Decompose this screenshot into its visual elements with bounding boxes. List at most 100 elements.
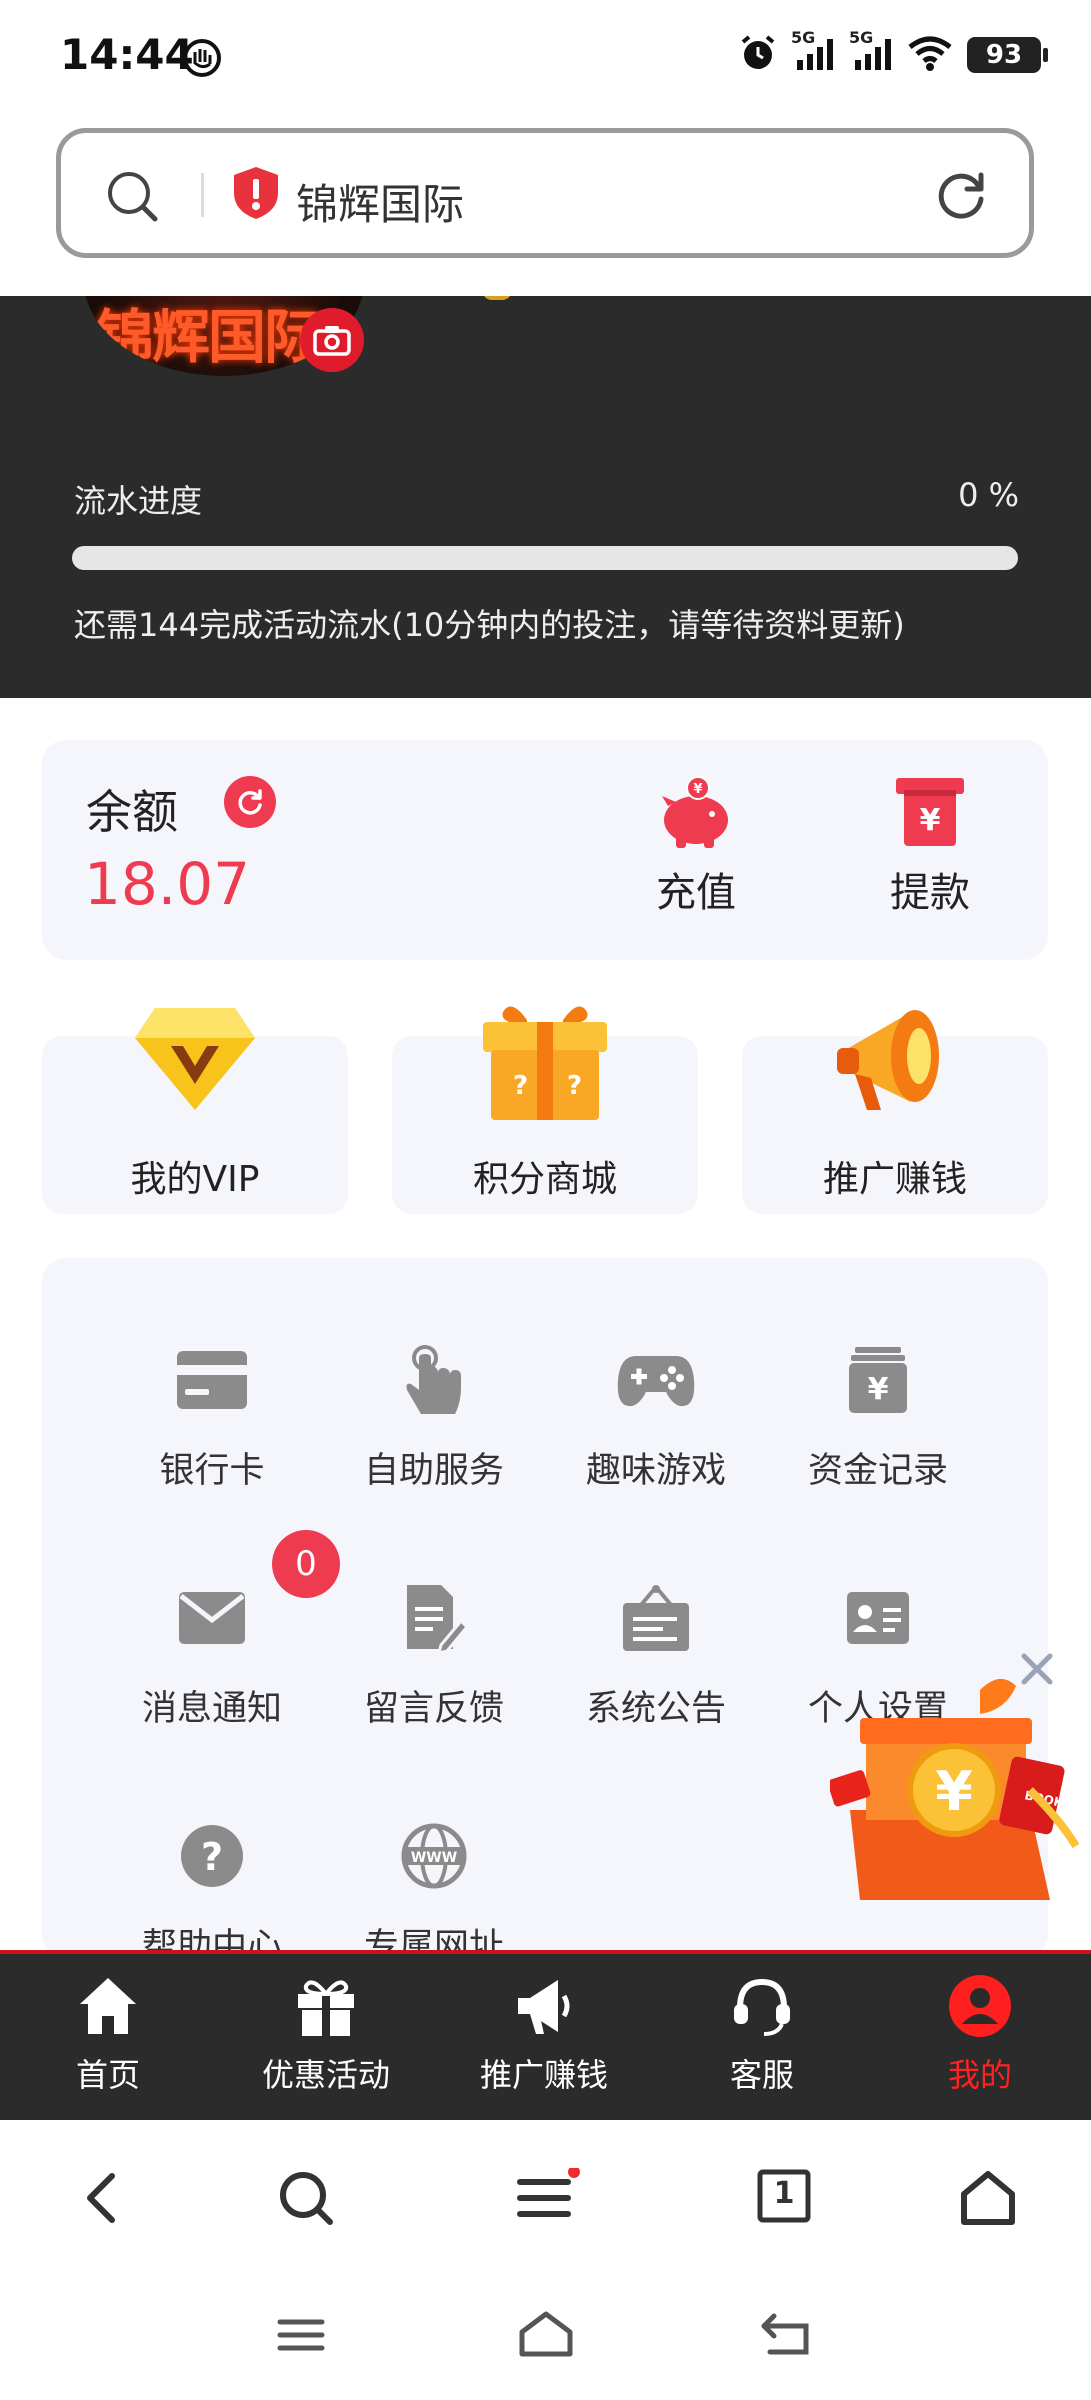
money-records-icon: ¥ bbox=[778, 1338, 978, 1422]
grid-item-announcements[interactable]: 系统公告 bbox=[556, 1576, 756, 1731]
nav-promotions-label: 优惠活动 bbox=[261, 2056, 390, 2094]
announcement-board-icon bbox=[556, 1576, 756, 1660]
piggy-bank-icon: ¥ bbox=[658, 776, 734, 852]
svg-text:?: ? bbox=[513, 1071, 528, 1101]
grid-item-feedback[interactable]: 留言反馈 bbox=[334, 1576, 534, 1731]
level-badge-partial bbox=[482, 296, 512, 300]
svg-text:¥: ¥ bbox=[920, 803, 941, 838]
www-globe-icon: WWW bbox=[334, 1814, 534, 1898]
progress-bar bbox=[72, 546, 1018, 570]
browser-search-icon[interactable] bbox=[276, 2168, 336, 2232]
svg-text:?: ? bbox=[567, 1071, 582, 1101]
help-question-icon: ? bbox=[112, 1814, 312, 1898]
tab-count: 1 bbox=[773, 2176, 795, 2211]
alarm-icon bbox=[739, 34, 777, 76]
megaphone-nav-icon bbox=[518, 1980, 570, 2034]
gift-icon bbox=[298, 1980, 354, 2036]
points-mall-tile[interactable]: ?? 积分商城 bbox=[392, 1006, 698, 1214]
touch-hand-icon bbox=[334, 1338, 534, 1422]
fund-records-label: 资金记录 bbox=[807, 1451, 948, 1491]
headset-icon bbox=[734, 1978, 790, 2036]
id-card-icon bbox=[778, 1576, 978, 1660]
nav-home[interactable]: 首页 bbox=[18, 1974, 198, 2096]
shield-warning-icon[interactable] bbox=[231, 165, 281, 225]
vip-label: 我的VIP bbox=[130, 1159, 260, 1200]
system-back-icon[interactable] bbox=[760, 2310, 814, 2362]
withdraw-icon: ¥ bbox=[892, 778, 968, 852]
recharge-button[interactable]: ¥ 充值 bbox=[616, 774, 776, 918]
nav-mine[interactable]: 我的 bbox=[890, 1974, 1070, 2096]
grid-item-messages[interactable]: 消息通知 bbox=[112, 1576, 312, 1731]
browser-home-icon[interactable] bbox=[958, 2168, 1018, 2232]
progress-note: 还需144完成活动流水(10分钟内的投注，请等待资料更新) bbox=[74, 606, 905, 644]
status-icons: 5G 5G 93 bbox=[739, 28, 1048, 76]
user-profile-icon bbox=[949, 1975, 1011, 2037]
notification-hand-icon bbox=[182, 38, 222, 82]
messages-label: 消息通知 bbox=[141, 1689, 282, 1729]
nav-mine-label: 我的 bbox=[947, 2056, 1012, 2094]
withdraw-button[interactable]: ¥ 提款 bbox=[850, 774, 1010, 918]
progress-label: 流水进度 bbox=[74, 482, 203, 520]
signal-1-icon: 5G bbox=[791, 28, 835, 76]
gamepad-icon bbox=[556, 1338, 756, 1422]
gift-box-icon: ?? bbox=[475, 998, 615, 1126]
grid-item-exclusive-url[interactable]: WWW 专属网址 bbox=[334, 1814, 534, 1958]
balance-card: 余额 18.07 ¥ 充值 ¥ 提款 bbox=[42, 740, 1048, 960]
url-text[interactable]: 锦辉国际 bbox=[296, 171, 464, 232]
signal-2-icon: 5G bbox=[849, 28, 893, 76]
grid-item-bank-card[interactable]: 银行卡 bbox=[112, 1338, 312, 1493]
nav-promotions[interactable]: 优惠活动 bbox=[236, 1974, 416, 2096]
home-icon bbox=[80, 1978, 136, 2034]
feedback-label: 留言反馈 bbox=[363, 1689, 504, 1729]
network-type-1: 5G bbox=[791, 28, 816, 47]
reload-icon[interactable] bbox=[933, 167, 989, 227]
grid-item-help-center[interactable]: ? 帮助中心 bbox=[112, 1814, 312, 1958]
svg-text:¥: ¥ bbox=[868, 1372, 889, 1407]
browser-toolbar: 1 bbox=[0, 2120, 1091, 2280]
bank-card-label: 银行卡 bbox=[159, 1451, 265, 1491]
status-bar: 14:44 5G 5G 93 bbox=[0, 0, 1091, 120]
avatar-logo-text: 锦辉国际 bbox=[96, 303, 322, 371]
messages-badge: 0 bbox=[272, 1530, 340, 1598]
system-home-icon[interactable] bbox=[516, 2308, 576, 2364]
address-bar[interactable]: 锦辉国际 bbox=[56, 128, 1034, 258]
nav-promote[interactable]: 推广赚钱 bbox=[454, 1974, 634, 2096]
bank-card-icon bbox=[112, 1338, 312, 1422]
back-icon[interactable] bbox=[78, 2168, 126, 2232]
withdraw-label: 提款 bbox=[890, 870, 970, 916]
fun-games-label: 趣味游戏 bbox=[585, 1451, 726, 1491]
svg-text:¥: ¥ bbox=[935, 1760, 973, 1823]
system-navigation-bar bbox=[0, 2280, 1091, 2400]
menu-icon[interactable] bbox=[516, 2166, 582, 2232]
search-icon[interactable] bbox=[105, 169, 159, 227]
tabs-button[interactable]: 1 bbox=[756, 2168, 812, 2228]
bottom-nav: 首页 优惠活动 推广赚钱 客服 我的 bbox=[0, 1950, 1091, 2120]
nav-home-label: 首页 bbox=[75, 2056, 140, 2094]
nav-customer-service[interactable]: 客服 bbox=[672, 1974, 852, 2096]
divider bbox=[201, 173, 204, 217]
diamond-vip-icon bbox=[131, 998, 259, 1122]
recharge-label: 充值 bbox=[656, 870, 736, 916]
svg-text:?: ? bbox=[201, 1835, 223, 1879]
battery-indicator: 93 bbox=[967, 37, 1048, 73]
grid-item-fun-games[interactable]: 趣味游戏 bbox=[556, 1338, 756, 1493]
self-service-label: 自助服务 bbox=[363, 1451, 504, 1491]
grid-item-self-service[interactable]: 自助服务 bbox=[334, 1338, 534, 1493]
wifi-icon bbox=[907, 34, 953, 76]
camera-icon[interactable] bbox=[300, 308, 364, 372]
vip-tile[interactable]: 我的VIP bbox=[42, 1008, 348, 1214]
announcements-label: 系统公告 bbox=[585, 1689, 726, 1729]
svg-text:WWW: WWW bbox=[411, 1850, 457, 1866]
grid-item-fund-records[interactable]: ¥ 资金记录 bbox=[778, 1338, 978, 1493]
refresh-balance-icon[interactable] bbox=[224, 776, 276, 828]
recent-apps-icon[interactable] bbox=[276, 2312, 326, 2362]
svg-text:¥: ¥ bbox=[693, 782, 702, 797]
balance-amount: 18.07 bbox=[84, 850, 251, 918]
promote-tile[interactable]: 推广赚钱 bbox=[742, 1010, 1048, 1214]
network-type-2: 5G bbox=[849, 28, 874, 47]
floating-red-packet-promo[interactable]: ¥ BOOK bbox=[827, 1670, 1080, 1910]
nav-promote-label: 推广赚钱 bbox=[479, 2056, 608, 2094]
megaphone-icon bbox=[831, 998, 959, 1126]
balance-label: 余额 bbox=[86, 785, 178, 839]
document-edit-icon bbox=[334, 1576, 534, 1660]
